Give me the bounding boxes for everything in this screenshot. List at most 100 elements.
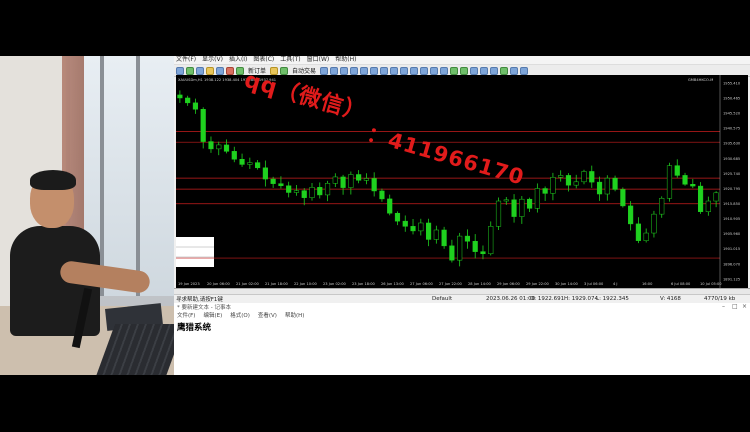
- indicators-icon[interactable]: [500, 66, 509, 75]
- candle: [402, 215, 408, 232]
- maximize-icon[interactable]: □: [732, 303, 738, 310]
- label-icon[interactable]: [400, 66, 409, 75]
- navigator-icon[interactable]: [206, 66, 214, 75]
- line-chart-icon[interactable]: [440, 66, 449, 75]
- menu-insert[interactable]: 插入(I): [229, 56, 247, 64]
- candle-body: [620, 189, 626, 207]
- zoom-in-icon[interactable]: [450, 66, 459, 75]
- candle: [472, 234, 478, 259]
- candle: [332, 173, 338, 187]
- price-chart[interactable]: XAUUSDm,H1 1938.122 1938.404 1937.802 19…: [176, 75, 748, 288]
- fibonacci-icon[interactable]: [380, 66, 389, 75]
- price-tick-label: 1935.630: [723, 142, 741, 146]
- new-chart-icon[interactable]: [176, 66, 184, 75]
- notepad-editor[interactable]: 鹰猎系统: [174, 319, 750, 375]
- candle-body: [511, 199, 517, 217]
- candle-body: [348, 174, 354, 188]
- candle: [581, 169, 587, 185]
- price-tick-label: 1896.070: [723, 262, 741, 266]
- candle: [394, 211, 401, 226]
- candle-body: [255, 162, 261, 169]
- candle: [550, 172, 556, 201]
- candle-body: [581, 171, 587, 183]
- person-hair: [30, 170, 76, 190]
- candle-body: [464, 235, 471, 242]
- minimize-icon[interactable]: –: [722, 303, 725, 310]
- status-high: H: 1929.074: [564, 296, 598, 302]
- text-icon[interactable]: [390, 66, 399, 75]
- tile-windows-icon[interactable]: [470, 66, 479, 75]
- candle-body: [682, 175, 688, 185]
- menu-charts[interactable]: 图表(C): [253, 56, 274, 64]
- candle-body: [519, 198, 525, 217]
- vertical-line-icon[interactable]: [340, 66, 349, 75]
- time-tick-label: 23 Jun 18:00: [352, 282, 376, 286]
- notepad-menu-help[interactable]: 帮助(H): [285, 311, 304, 319]
- notepad-menu-bar: 文件(F) 编辑(E) 格式(O) 查看(V) 帮助(H): [174, 311, 750, 319]
- notepad-menu-edit[interactable]: 编辑(E): [203, 311, 222, 319]
- price-tick-label: 1891.125: [723, 277, 740, 281]
- crosshair-icon[interactable]: [330, 66, 339, 75]
- candle: [410, 218, 416, 235]
- terminal-icon[interactable]: [216, 66, 224, 75]
- candle-body: [433, 229, 439, 240]
- candle-body: [208, 141, 214, 150]
- notepad-menu-format[interactable]: 格式(O): [230, 311, 250, 319]
- time-tick-label: 27 Jun 22:00: [439, 282, 463, 286]
- arrows-icon[interactable]: [410, 66, 419, 75]
- candle-body: [457, 235, 463, 261]
- menu-file[interactable]: 文件(F): [176, 56, 196, 64]
- zoom-out-icon[interactable]: [460, 66, 469, 75]
- trendline-icon[interactable]: [360, 66, 369, 75]
- candle-body: [589, 171, 595, 183]
- candle-body: [223, 144, 230, 152]
- menu-help[interactable]: 帮助(H): [335, 56, 356, 64]
- status-profile: Default: [432, 296, 453, 302]
- cursor-icon[interactable]: [320, 66, 329, 75]
- price-tick-label: 1950.465: [723, 96, 740, 100]
- new-order-icon[interactable]: [236, 66, 244, 75]
- candle-body: [363, 178, 369, 181]
- bar-chart-icon[interactable]: [420, 66, 429, 75]
- candle: [573, 174, 579, 189]
- candle: [208, 136, 214, 153]
- menu-view[interactable]: 显示(V): [202, 56, 223, 64]
- candle: [697, 182, 704, 214]
- templates-icon[interactable]: [520, 66, 529, 75]
- candle-body: [573, 181, 579, 186]
- menu-tools[interactable]: 工具(T): [280, 56, 300, 64]
- time-tick-label: 6 Jul 08:00: [671, 282, 691, 286]
- candle-body: [659, 198, 665, 215]
- strategy-tester-icon[interactable]: [226, 66, 234, 75]
- price-tick-label: 1915.850: [723, 202, 741, 206]
- profiles-icon[interactable]: [186, 66, 194, 75]
- notepad-menu-file[interactable]: 文件(F): [177, 311, 195, 319]
- autoscroll-icon[interactable]: [480, 66, 489, 75]
- info-panel: [176, 237, 214, 267]
- menu-window[interactable]: 窗口(W): [307, 56, 330, 64]
- candle: [628, 201, 634, 231]
- time-tick-label: 27 Jun 06:00: [410, 282, 434, 286]
- candle: [464, 229, 471, 249]
- candle: [379, 188, 385, 202]
- auto-trading-button[interactable]: 自动交易: [290, 66, 318, 75]
- candle: [534, 183, 540, 213]
- close-icon[interactable]: ×: [742, 303, 747, 310]
- market-watch-icon[interactable]: [196, 66, 204, 75]
- candle: [612, 175, 618, 192]
- candle-body: [425, 222, 432, 240]
- candle-body: [200, 109, 206, 142]
- channel-icon[interactable]: [370, 66, 379, 75]
- window-frame: [100, 56, 104, 296]
- candlestick-icon[interactable]: [430, 66, 439, 75]
- horizontal-line-icon[interactable]: [350, 66, 359, 75]
- periods-icon[interactable]: [510, 66, 519, 75]
- candle: [177, 90, 183, 103]
- notepad-content[interactable]: 鹰猎系统: [177, 321, 211, 333]
- chart-shift-icon[interactable]: [490, 66, 499, 75]
- chart-canvas[interactable]: XAUUSDm,H1 1938.122 1938.404 1937.802 19…: [176, 75, 748, 288]
- notepad-menu-view[interactable]: 查看(V): [258, 311, 277, 319]
- menu-bar: 文件(F) 显示(V) 插入(I) 图表(C) 工具(T) 窗口(W) 帮助(H…: [174, 56, 750, 65]
- candle-body: [270, 178, 276, 184]
- candle-body: [527, 198, 533, 209]
